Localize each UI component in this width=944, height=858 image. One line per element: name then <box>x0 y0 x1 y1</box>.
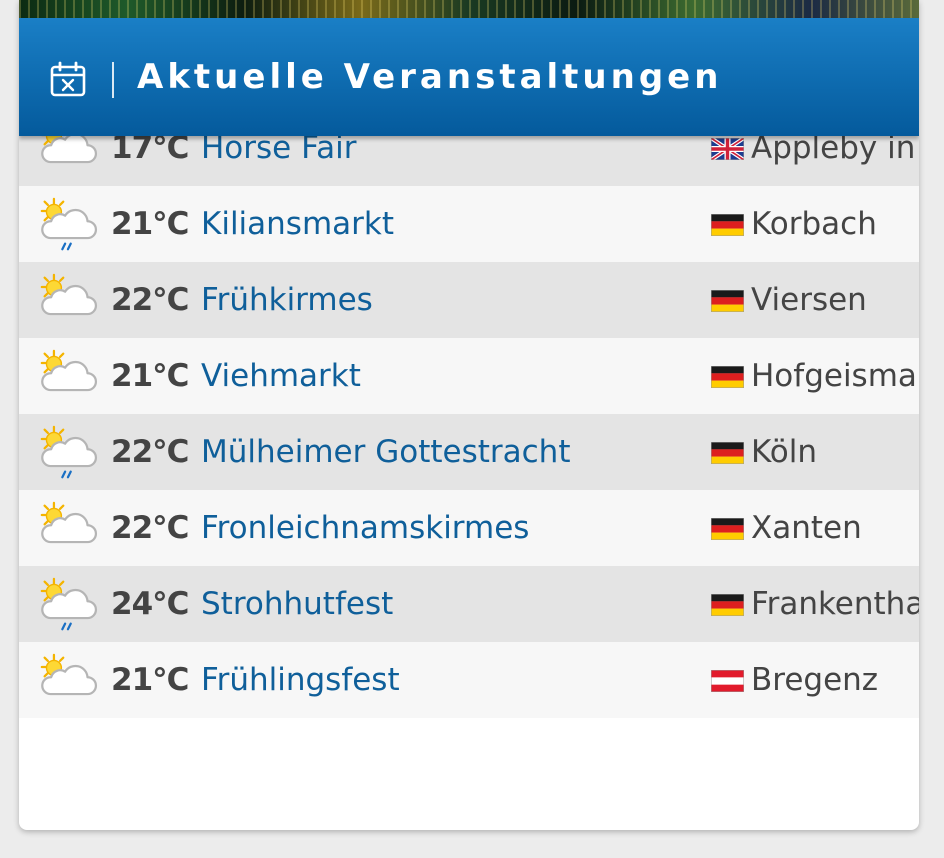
partly-cloudy-rain-icon <box>35 425 99 481</box>
partly-cloudy-rain-icon <box>35 577 99 633</box>
temperature: 22°C <box>111 510 189 546</box>
partly-cloudy-icon <box>35 273 99 329</box>
calendar-x-icon <box>50 61 86 97</box>
event-location: Korbach <box>751 206 877 242</box>
event-row[interactable]: 24°C Strohhutfest Frankenthal <box>19 566 919 642</box>
flag-at-icon <box>710 669 745 693</box>
widget-title: Aktuelle Veranstaltungen <box>137 57 723 97</box>
event-location: Viersen <box>751 282 867 318</box>
flag-de-icon <box>710 441 745 465</box>
event-link[interactable]: Kiliansmarkt <box>201 206 394 242</box>
event-location: Frankenthal <box>751 586 919 622</box>
temperature: 21°C <box>111 662 189 698</box>
event-link[interactable]: Frühlingsfest <box>201 662 400 698</box>
flag-uk-icon <box>709 136 746 162</box>
event-list[interactable]: 17°C Horse Fair Appleby in 21°C Kiliansmar… <box>19 110 919 718</box>
temperature: 22°C <box>111 282 189 318</box>
event-link[interactable]: Fronleichnamskirmes <box>201 510 529 546</box>
event-link[interactable]: Frühkirmes <box>201 282 373 318</box>
widget-header: Aktuelle Veranstaltungen <box>19 18 919 136</box>
partly-cloudy-icon <box>35 349 99 405</box>
flag-de-icon <box>710 365 745 389</box>
event-row[interactable]: 21°C Viehmarkt Hofgeismar <box>19 338 919 414</box>
partly-cloudy-icon <box>35 501 99 557</box>
flag-de-icon <box>710 213 745 237</box>
event-row[interactable]: 22°C Fronleichnamskirmes Xanten <box>19 490 919 566</box>
partly-cloudy-icon <box>35 653 99 709</box>
events-widget: Aktuelle Veranstaltungen 17°C Horse Fair … <box>19 0 919 830</box>
temperature: 21°C <box>111 358 189 394</box>
temperature: 21°C <box>111 206 189 242</box>
flag-de-icon <box>710 517 745 541</box>
temperature: 22°C <box>111 434 189 470</box>
event-location: Köln <box>751 434 818 470</box>
flag-de-icon <box>710 593 745 617</box>
banner-image <box>19 0 919 18</box>
event-location: Xanten <box>751 510 862 546</box>
event-link[interactable]: Mülheimer Gottestracht <box>201 434 570 470</box>
event-row[interactable]: 21°C Kiliansmarkt Korbach <box>19 186 919 262</box>
event-row[interactable]: 22°C Frühkirmes Viersen <box>19 262 919 338</box>
event-link[interactable]: Strohhutfest <box>201 586 393 622</box>
event-location: Hofgeismar <box>751 358 919 394</box>
event-row[interactable]: 22°C Mülheimer Gottestracht Köln <box>19 414 919 490</box>
partly-cloudy-rain-icon <box>35 197 99 253</box>
event-row[interactable]: 21°C Frühlingsfest Bregenz <box>19 642 919 718</box>
header-divider <box>112 62 114 98</box>
event-link[interactable]: Viehmarkt <box>201 358 361 394</box>
temperature: 24°C <box>111 586 189 622</box>
flag-de-icon <box>710 289 745 313</box>
event-location: Bregenz <box>751 662 879 698</box>
